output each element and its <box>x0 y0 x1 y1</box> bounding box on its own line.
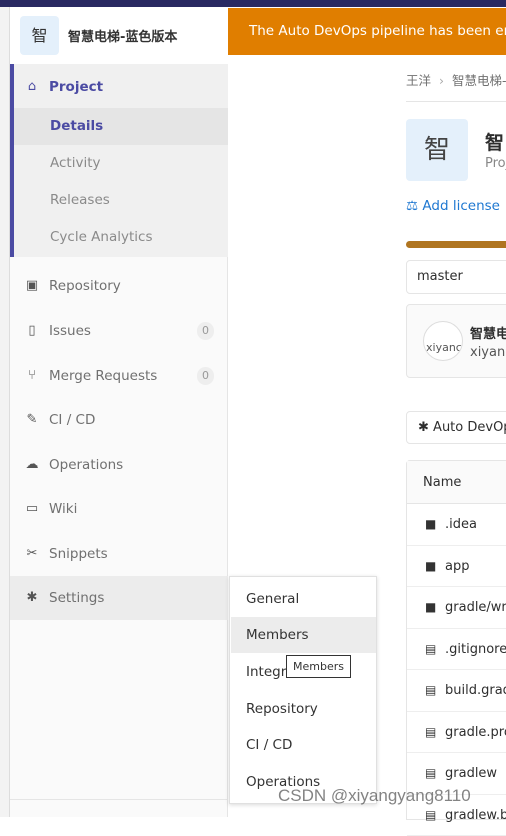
table-row[interactable]: ■ gradle/wra <box>407 587 506 629</box>
book-icon: ▭ <box>24 490 40 528</box>
project-name: 智慧电梯-蓝色版本 <box>68 26 177 45</box>
sidebar-subitem-cycle-analytics[interactable]: Cycle Analytics <box>14 219 228 256</box>
table-row[interactable]: ▤ gradle.pro <box>407 712 506 754</box>
menu-item-ci-cd[interactable]: CI / CD <box>231 727 376 763</box>
breadcrumb-item[interactable]: 智慧电梯-蓝 <box>452 73 506 88</box>
breadcrumb-item[interactable]: 王洋 <box>406 73 431 88</box>
sidebar-item-wiki[interactable]: ▭ Wiki <box>10 490 228 528</box>
sidebar-item-label: Project <box>49 68 103 106</box>
author-avatar[interactable]: xiyanc <box>423 321 463 361</box>
sidebar-item-issues[interactable]: ▯Issues 0 <box>10 312 228 350</box>
folder-icon: ■ <box>425 504 439 545</box>
last-commit-box: xiyanc 智慧电 xiyang <box>406 304 506 378</box>
sidebar-item-snippets[interactable]: ✂Snippets <box>10 535 228 573</box>
gear-icon: ✱ <box>418 420 429 435</box>
add-license-link[interactable]: ⚖ Add license <box>406 198 500 214</box>
table-row[interactable]: ▤ build.grad <box>407 670 506 712</box>
file-icon: ▤ <box>425 629 439 670</box>
sidebar-item-settings[interactable]: ✱Settings <box>10 576 228 620</box>
top-navbar <box>0 0 506 7</box>
left-edge <box>0 7 10 817</box>
branch-select[interactable]: master <box>406 260 506 294</box>
menu-item-repository[interactable]: Repository <box>231 691 376 727</box>
sidebar-item-label: Repository <box>49 267 121 305</box>
language-bar <box>406 241 506 248</box>
sidebar-item-repository[interactable]: ▣Repository <box>10 267 228 305</box>
add-license-label: Add license <box>422 198 500 214</box>
sidebar-item-label: Merge Requests <box>49 357 157 395</box>
divider <box>10 799 228 800</box>
file-name: gradlew <box>445 766 497 781</box>
menu-item-general[interactable]: General <box>231 581 376 617</box>
sidebar-subitem-activity[interactable]: Activity <box>14 145 228 182</box>
sidebar-item-label: Issues <box>49 312 91 350</box>
sidebar-subitem-details[interactable]: Details <box>14 108 228 145</box>
sidebar-item-label: Operations <box>49 446 123 484</box>
file-icon: ▤ <box>425 712 439 753</box>
issues-icon: ▯ <box>24 312 40 350</box>
scale-icon: ⚖ <box>406 198 418 214</box>
project-title: 智 <box>485 128 504 155</box>
file-table: Name ■ .idea ■ app ■ gradle/wra ▤ .gitignore ▤ bu… <box>406 460 506 820</box>
auto-devops-banner: The Auto DevOps pipeline has been enabl <box>228 8 506 55</box>
sidebar-subitem-releases[interactable]: Releases <box>14 182 228 219</box>
table-row[interactable]: ▤ .gitignore <box>407 629 506 671</box>
sidebar-item-label: Wiki <box>49 490 77 528</box>
sidebar: 智 智慧电梯-蓝色版本 ⌂ Project Details Activity R… <box>10 7 228 817</box>
sidebar-item-project[interactable]: ⌂ Project <box>14 68 232 106</box>
scissors-icon: ✂ <box>24 535 40 573</box>
project-avatar: 智 <box>20 16 59 55</box>
table-row[interactable]: ■ .idea <box>407 504 506 546</box>
doc-icon: ▣ <box>24 267 40 305</box>
divider <box>406 101 506 102</box>
file-name: .idea <box>445 517 477 532</box>
file-name: gradlew.b <box>445 808 506 823</box>
sidebar-item-label: Settings <box>49 576 104 620</box>
file-name: app <box>445 559 469 574</box>
file-name: .gitignore <box>445 642 506 657</box>
table-header-name: Name <box>407 461 506 504</box>
gear-icon: ✱ <box>24 576 40 620</box>
file-icon: ▤ <box>425 670 439 711</box>
sidebar-item-ci-cd[interactable]: ✎CI / CD <box>10 401 228 439</box>
commit-title[interactable]: 智慧电 <box>470 323 506 342</box>
table-row[interactable]: ■ app <box>407 546 506 588</box>
project-subtitle: Proj <box>485 156 506 171</box>
sidebar-item-label: CI / CD <box>49 401 95 439</box>
count-badge: 0 <box>197 322 214 340</box>
cloud-gear-icon: ☁ <box>24 446 40 484</box>
folder-icon: ■ <box>425 546 439 587</box>
watermark: CSDN @xiyangyang8110 <box>278 786 471 806</box>
auto-devops-label: Auto DevOp <box>433 420 506 435</box>
sidebar-item-operations[interactable]: ☁Operations <box>10 446 228 484</box>
merge-request-icon: ⑂ <box>24 357 40 395</box>
sidebar-item-label: Snippets <box>49 535 108 573</box>
settings-flyout-menu: General Members Integra Repository CI / … <box>229 576 377 804</box>
breadcrumb: 王洋 › 智慧电梯-蓝 <box>406 70 506 89</box>
folder-icon: ■ <box>425 587 439 628</box>
count-badge: 0 <box>197 367 214 385</box>
chevron-right-icon: › <box>439 73 444 88</box>
tooltip: Members <box>286 655 351 678</box>
project-avatar-large: 智 <box>406 119 468 181</box>
sidebar-header[interactable]: 智 智慧电梯-蓝色版本 <box>10 7 228 64</box>
sidebar-section-project: ⌂ Project Details Activity Releases Cycl… <box>10 64 228 257</box>
home-icon: ⌂ <box>24 68 40 106</box>
rocket-icon: ✎ <box>24 401 40 439</box>
menu-item-members[interactable]: Members <box>231 617 376 653</box>
file-name: build.grad <box>445 683 506 698</box>
auto-devops-button[interactable]: ✱ Auto DevOp <box>406 411 506 444</box>
commit-author[interactable]: xiyang <box>470 345 506 360</box>
file-name: gradle.pro <box>445 725 506 740</box>
file-name: gradle/wra <box>445 600 506 615</box>
sidebar-item-merge-requests[interactable]: ⑂Merge Requests 0 <box>10 357 228 395</box>
